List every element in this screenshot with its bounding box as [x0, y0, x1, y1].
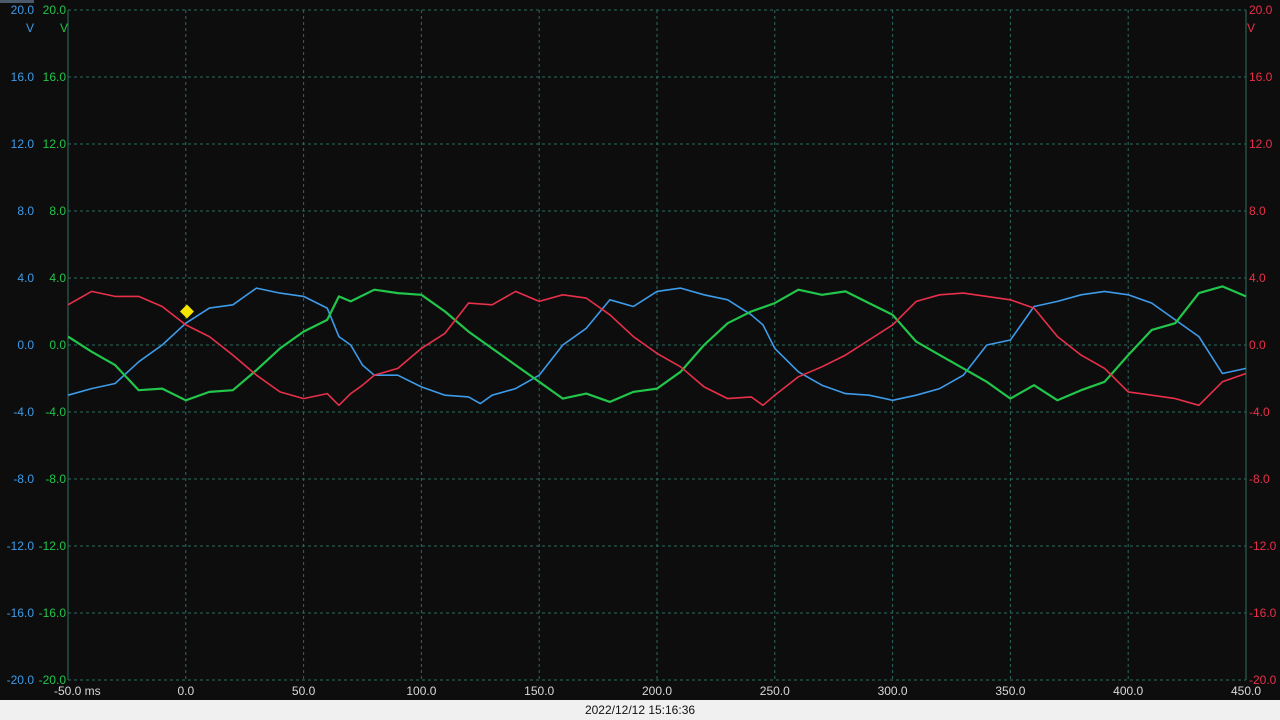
y-tick-label-red: 4.0: [1249, 271, 1266, 285]
trigger-marker: [179, 304, 194, 319]
y-tick-label-blue: 16.0: [11, 70, 35, 84]
y-tick-label-red: 20.0: [1249, 3, 1273, 17]
y-tick-label-green: 16.0: [43, 70, 67, 84]
y-tick-label-red: 16.0: [1249, 70, 1273, 84]
y-tick-label-red: -8.0: [1249, 472, 1270, 486]
status-bar: 2022/12/12 15:16:36: [0, 700, 1280, 720]
y-tick-label-blue: -20.0: [7, 673, 35, 687]
y-tick-label-green: 8.0: [49, 204, 66, 218]
x-tick-label: 300.0: [878, 684, 908, 698]
y-tick-label-red: 0.0: [1249, 338, 1266, 352]
y-tick-label-green: -16.0: [39, 606, 67, 620]
y-tick-label-blue: -8.0: [13, 472, 34, 486]
y-tick-label-green: -12.0: [39, 539, 67, 553]
y-tick-label-green: -4.0: [45, 405, 66, 419]
axis-unit-label-blue: V: [26, 21, 34, 35]
y-tick-label-red: 12.0: [1249, 137, 1273, 151]
x-tick-label: -50.0 ms: [54, 684, 101, 698]
y-tick-label-blue: 8.0: [17, 204, 34, 218]
y-tick-label-blue: 20.0: [11, 3, 35, 17]
y-tick-label-blue: 4.0: [17, 271, 34, 285]
axis-unit-label-red: V: [1247, 21, 1255, 35]
x-tick-label: 50.0: [292, 684, 316, 698]
y-tick-label-red: -16.0: [1249, 606, 1277, 620]
y-tick-label-red: -4.0: [1249, 405, 1270, 419]
axis-unit-label-green: V: [60, 21, 68, 35]
oscilloscope-chart[interactable]: 20.0 20.0 20.0 16.0 16.0 16.0 12.0 12.0 12.0 8.0 8…: [0, 0, 1280, 720]
y-tick-label-green: 4.0: [49, 271, 66, 285]
capture-timestamp: 2022/12/12 15:16:36: [584, 703, 696, 717]
y-tick-label-blue: 12.0: [11, 137, 35, 151]
x-tick-label: 350.0: [995, 684, 1025, 698]
x-tick-label: 450.0: [1231, 684, 1261, 698]
y-tick-label-green: 12.0: [43, 137, 67, 151]
x-tick-label: 400.0: [1113, 684, 1143, 698]
y-tick-label-green: 0.0: [49, 338, 66, 352]
x-tick-label: 200.0: [642, 684, 672, 698]
y-tick-label-green: 20.0: [43, 3, 67, 17]
y-tick-label-blue: -16.0: [7, 606, 35, 620]
x-tick-label: 250.0: [760, 684, 790, 698]
y-tick-label-blue: 0.0: [17, 338, 34, 352]
y-tick-label-red: -12.0: [1249, 539, 1277, 553]
y-tick-label-green: -8.0: [45, 472, 66, 486]
x-tick-label: 0.0: [177, 684, 194, 698]
y-tick-label-red: 8.0: [1249, 204, 1266, 218]
x-tick-label: 100.0: [406, 684, 436, 698]
y-tick-label-blue: -12.0: [7, 539, 35, 553]
y-tick-label-blue: -4.0: [13, 405, 34, 419]
x-tick-label: 150.0: [524, 684, 554, 698]
